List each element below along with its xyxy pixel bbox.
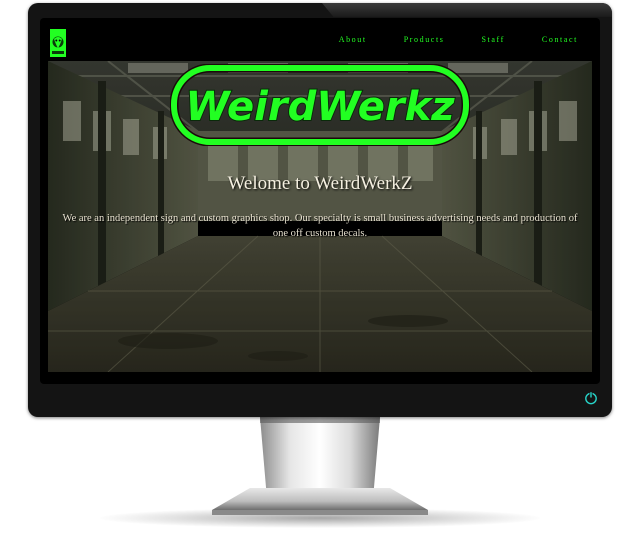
monitor-stand-base [212, 488, 428, 515]
hero-description: We are an independent sign and custom gr… [62, 213, 578, 239]
monitor-stand-neck [260, 417, 380, 499]
nav-link-staff[interactable]: Staff [482, 35, 505, 44]
site-navbar: About Products Staff Contact [48, 19, 592, 61]
logo-wordmark: WeirdWerkz [185, 84, 455, 130]
nav-menu: About Products Staff Contact [302, 35, 578, 44]
weirdwerkz-emblem-icon[interactable] [50, 29, 66, 57]
nav-link-contact[interactable]: Contact [542, 35, 578, 44]
nav-link-products[interactable]: Products [404, 35, 445, 44]
hero-title: Welome to WeirdWerkZ [227, 173, 413, 194]
monitor-glare [322, 3, 612, 17]
power-icon[interactable] [584, 391, 598, 405]
website-screen: About Products Staff Contact WeirdWerkz … [48, 19, 592, 372]
weirdwerkz-logo[interactable]: WeirdWerkz [170, 64, 470, 146]
nav-link-about[interactable]: About [339, 35, 367, 44]
hero-section: WeirdWerkz Welome to WeirdWerkZ We are a… [48, 61, 592, 372]
